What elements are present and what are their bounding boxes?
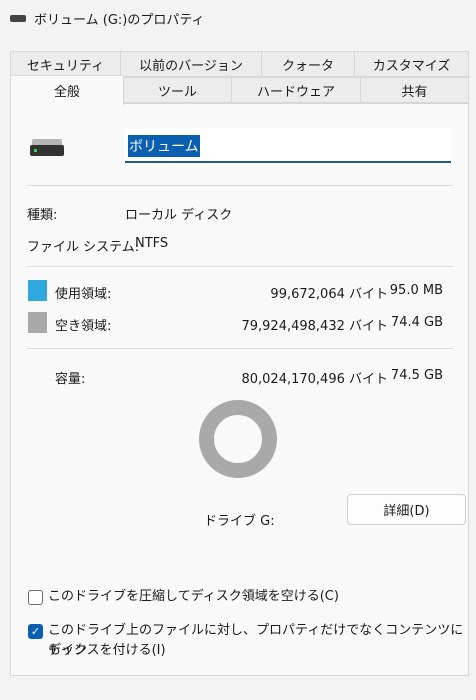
hard-drive-icon bbox=[30, 139, 64, 157]
used-space-label: 使用領域: bbox=[55, 287, 112, 302]
tab-security[interactable]: セキュリティ bbox=[10, 51, 121, 77]
compress-checkbox[interactable] bbox=[28, 590, 43, 605]
tab-tools[interactable]: ツール bbox=[123, 77, 232, 103]
volume-name-input[interactable]: ボリューム bbox=[125, 128, 451, 163]
index-checkbox[interactable]: ✓ bbox=[28, 624, 43, 639]
drive-letter-label: ドライブ G: bbox=[204, 514, 275, 529]
tab-previous-versions[interactable]: 以前のバージョン bbox=[120, 51, 262, 77]
capacity-bytes: 80,024,170,496 バイト bbox=[241, 372, 388, 387]
title-bar: ボリューム (G:)のプロパティ bbox=[0, 0, 476, 36]
window-title: ボリューム (G:)のプロパティ bbox=[34, 12, 205, 28]
used-space-size: 95.0 MB bbox=[389, 283, 443, 298]
separator-capacity bbox=[27, 348, 453, 349]
used-space-swatch bbox=[28, 280, 47, 301]
index-label-line2[interactable]: デックスを付ける(I) bbox=[48, 641, 166, 661]
free-space-swatch bbox=[28, 312, 47, 333]
tab-sharing[interactable]: 共有 bbox=[360, 77, 469, 103]
type-label: 種類: bbox=[27, 208, 58, 223]
disk-usage-donut bbox=[199, 400, 277, 478]
free-space-label: 空き領域: bbox=[55, 319, 112, 334]
details-button[interactable]: 詳細(D) bbox=[347, 494, 466, 525]
tab-hardware[interactable]: ハードウェア bbox=[231, 77, 361, 103]
tab-customize[interactable]: カスタマイズ bbox=[354, 51, 469, 77]
free-space-bytes: 79,924,498,432 バイト bbox=[241, 319, 388, 334]
general-panel: ボリューム 種類: ローカル ディスク ファイル システム: NTFS 使用領域… bbox=[10, 103, 469, 676]
checkmark-icon: ✓ bbox=[30, 625, 41, 638]
properties-window: ボリューム (G:)のプロパティ セキュリティ 以前のバージョン クォータ カス… bbox=[0, 0, 476, 700]
compress-label[interactable]: このドライブを圧縮してディスク領域を空ける(C) bbox=[48, 587, 339, 607]
used-space-bytes: 99,672,064 バイト bbox=[270, 287, 388, 302]
tab-general[interactable]: 全般 bbox=[10, 75, 124, 105]
filesystem-value: NTFS bbox=[135, 236, 169, 251]
capacity-label: 容量: bbox=[55, 372, 86, 387]
tab-quota[interactable]: クォータ bbox=[261, 51, 355, 77]
separator-top bbox=[27, 185, 453, 186]
capacity-size: 74.5 GB bbox=[390, 368, 443, 383]
free-space-size: 74.4 GB bbox=[390, 315, 443, 330]
filesystem-label: ファイル システム: bbox=[27, 240, 140, 255]
separator-middle bbox=[27, 266, 453, 267]
drive-title-icon bbox=[10, 14, 26, 22]
volume-name-text: ボリューム bbox=[128, 135, 200, 157]
type-value: ローカル ディスク bbox=[125, 208, 233, 223]
